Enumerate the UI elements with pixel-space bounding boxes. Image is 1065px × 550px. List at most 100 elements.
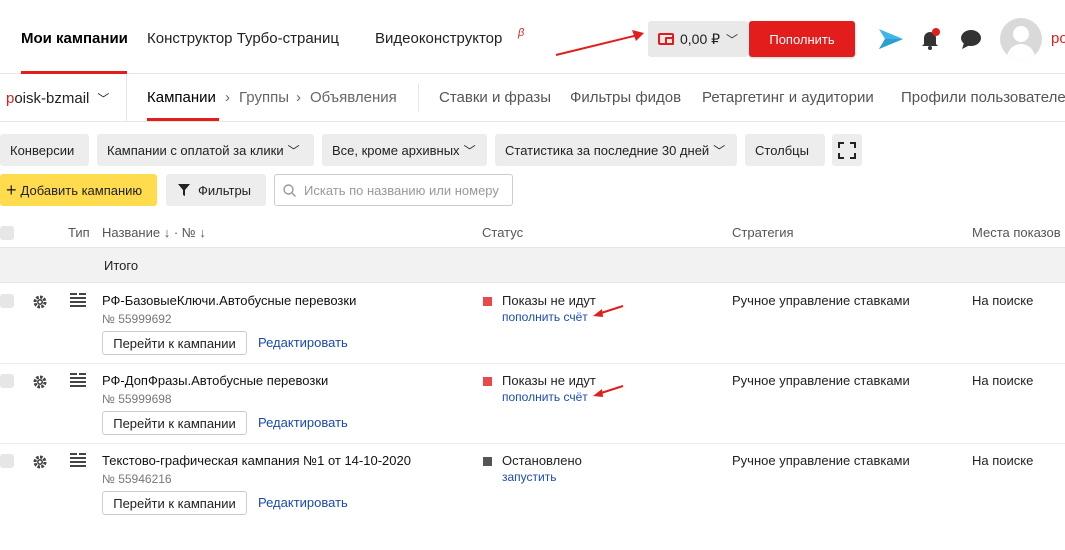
header-places: Места показов xyxy=(972,225,1061,240)
search-input[interactable] xyxy=(304,182,504,198)
balance-dropdown[interactable]: 0,00 ₽ ﹀ xyxy=(648,21,748,57)
filters-button[interactable]: Фильтры xyxy=(166,174,266,206)
go-to-campaign-button[interactable]: Перейти к кампании xyxy=(102,491,247,515)
payment-type-dropdown[interactable]: Кампании с оплатой за клики ﹀ xyxy=(97,134,314,166)
chevron-down-icon: ﹀ xyxy=(726,32,739,47)
bell-icon[interactable] xyxy=(920,28,942,53)
tab-turbo-constructor[interactable]: Конструктор Турбо-страниц xyxy=(147,30,339,47)
select-all-checkbox[interactable] xyxy=(0,226,14,240)
sub-nav: p oisk-bzmail ﹀ Кампании › Группы › Объяв… xyxy=(0,74,1065,122)
beta-mark: β xyxy=(518,27,525,39)
topup-button[interactable]: Пополнить xyxy=(749,21,855,57)
archive-filter-dropdown[interactable]: Все, кроме архивных ﹀ xyxy=(322,134,487,166)
search-box[interactable] xyxy=(274,174,513,206)
status-indicator xyxy=(483,377,492,386)
active-breadcrumb-underline xyxy=(147,118,219,121)
top-nav: Мои кампании Конструктор Турбо-страниц В… xyxy=(0,0,1065,74)
stats-period-dropdown[interactable]: Статистика за последние 30 дней ﹀ xyxy=(495,134,737,166)
annotation-arrow xyxy=(593,385,624,397)
header-status: Статус xyxy=(482,225,524,240)
topup-account-link[interactable]: пополнить счёт xyxy=(502,310,588,324)
go-to-campaign-button[interactable]: Перейти к кампании xyxy=(102,411,247,435)
add-campaign-label: Добавить кампанию xyxy=(20,182,143,198)
chevron-down-icon: ﹀ xyxy=(97,91,110,106)
conversions-label: Конверсии xyxy=(10,142,75,158)
gear-icon[interactable] xyxy=(32,374,48,393)
topup-account-link[interactable]: пополнить счёт xyxy=(502,390,588,404)
tab-feed-filters[interactable]: Фильтры фидов xyxy=(570,89,681,106)
annotation-arrow xyxy=(593,305,624,317)
status-indicator xyxy=(483,457,492,466)
tab-user-profiles[interactable]: Профили пользователе xyxy=(901,89,1065,106)
chat-icon[interactable] xyxy=(960,29,982,52)
tab-video-constructor[interactable]: Видеоконструктор xyxy=(375,30,502,47)
chevron-down-icon: ﹀ xyxy=(287,143,300,158)
campaign-name: РФ-БазовыеКлючи.Автобусные перевозки xyxy=(102,293,357,308)
campaign-number: № 55946216 xyxy=(102,472,172,486)
payment-type-label: Кампании с оплатой за клики xyxy=(107,142,284,158)
breadcrumb-separator: › xyxy=(225,89,230,106)
header-name-sort[interactable]: Название ↓ · № ↓ xyxy=(102,225,206,240)
conversions-button[interactable]: Конверсии xyxy=(0,134,89,166)
header-strategy: Стратегия xyxy=(732,225,794,240)
breadcrumb-ads[interactable]: Объявления xyxy=(310,89,397,106)
columns-button[interactable]: Столбцы xyxy=(745,134,825,166)
total-row: Итого xyxy=(0,248,1065,283)
stats-period-label: Статистика за последние 30 дней xyxy=(505,142,710,158)
status-indicator xyxy=(483,297,492,306)
columns-label: Столбцы xyxy=(755,142,809,158)
fullscreen-icon xyxy=(838,142,856,159)
gear-icon[interactable] xyxy=(32,294,48,313)
send-icon[interactable] xyxy=(878,28,904,53)
breadcrumb-separator: › xyxy=(296,89,301,106)
tab-my-campaigns[interactable]: Мои кампании xyxy=(21,30,128,47)
divider xyxy=(418,84,419,112)
table-row: РФ-БазовыеКлючи.Автобусные перевозки № 5… xyxy=(0,284,1065,364)
filter-icon xyxy=(178,184,190,196)
tab-bids-phrases[interactable]: Ставки и фразы xyxy=(439,89,551,106)
edit-link[interactable]: Редактировать xyxy=(258,335,348,350)
plus-icon: + xyxy=(6,180,17,200)
row-checkbox[interactable] xyxy=(0,294,14,308)
login-first-letter: p xyxy=(6,89,15,107)
add-campaign-button[interactable]: + Добавить кампанию xyxy=(0,174,157,206)
strategy-text: Ручное управление ставками xyxy=(732,453,910,468)
table-row: РФ-ДопФразы.Автобусные перевозки № 55999… xyxy=(0,364,1065,444)
strategy-text: Ручное управление ставками xyxy=(732,373,910,388)
search-icon xyxy=(283,183,296,197)
chevron-down-icon: ﹀ xyxy=(463,143,476,158)
breadcrumb-groups[interactable]: Группы xyxy=(239,89,289,106)
campaign-name: Текстово-графическая кампания №1 от 14-1… xyxy=(102,453,411,468)
status-text: Остановлено xyxy=(502,453,582,468)
edit-link[interactable]: Редактировать xyxy=(258,415,348,430)
campaign-number: № 55999692 xyxy=(102,312,172,326)
total-label: Итого xyxy=(104,258,139,273)
table-row: Текстово-графическая кампания №1 от 14-1… xyxy=(0,444,1065,524)
gear-icon[interactable] xyxy=(32,454,48,473)
list-icon xyxy=(70,453,86,470)
list-icon xyxy=(70,293,86,310)
campaign-name: РФ-ДопФразы.Автобусные перевозки xyxy=(102,373,329,388)
archive-filter-label: Все, кроме архивных xyxy=(332,142,460,158)
campaign-number: № 55999698 xyxy=(102,392,172,406)
user-login-label[interactable]: po xyxy=(1051,30,1065,47)
filters-label: Фильтры xyxy=(198,182,252,198)
breadcrumb-campaigns[interactable]: Кампании xyxy=(147,89,216,106)
fullscreen-button[interactable] xyxy=(832,134,862,166)
edit-link[interactable]: Редактировать xyxy=(258,495,348,510)
places-text: На поиске xyxy=(972,373,1034,388)
login-selector[interactable]: p oisk-bzmail ﹀ xyxy=(0,74,127,122)
start-campaign-link[interactable]: запустить xyxy=(502,470,557,484)
annotation-arrow xyxy=(555,30,644,56)
go-to-campaign-button[interactable]: Перейти к кампании xyxy=(102,331,247,355)
status-text: Показы не идут xyxy=(502,373,596,388)
list-icon xyxy=(70,373,86,390)
table-header: Тип Название ↓ · № ↓ Статус Стратегия Ме… xyxy=(0,218,1065,248)
avatar[interactable] xyxy=(1000,18,1042,60)
chevron-down-icon: ﹀ xyxy=(713,143,726,158)
header-type: Тип xyxy=(68,225,90,240)
row-checkbox[interactable] xyxy=(0,454,14,468)
tab-retargeting[interactable]: Ретаргетинг и аудитории xyxy=(702,89,874,106)
row-checkbox[interactable] xyxy=(0,374,14,388)
balance-value: 0,00 ₽ xyxy=(680,30,721,47)
